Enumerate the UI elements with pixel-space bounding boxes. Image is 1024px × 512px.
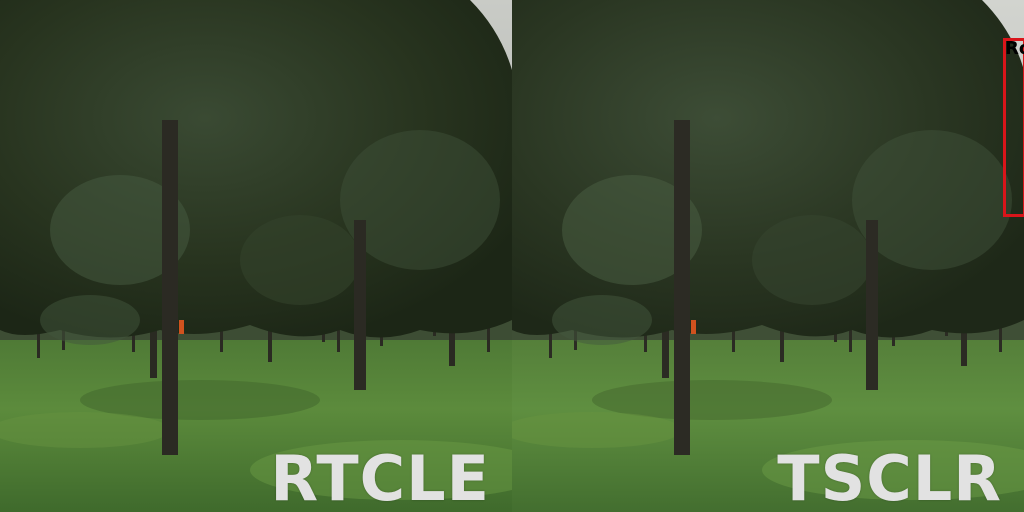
comparison-stage: RTCLE R TSCLR <box>0 0 1024 512</box>
park-trees-photo-left <box>0 0 512 512</box>
right-panel: Ro TSCLR <box>512 0 1024 512</box>
left-panel: RTCLE <box>0 0 512 512</box>
detection-label: Ro <box>1005 38 1024 59</box>
detection-bounding-box <box>1003 38 1024 217</box>
park-trees-photo-right <box>512 0 1024 512</box>
method-label: TSCLR <box>777 442 1002 512</box>
method-label: RTCLE <box>270 442 490 512</box>
